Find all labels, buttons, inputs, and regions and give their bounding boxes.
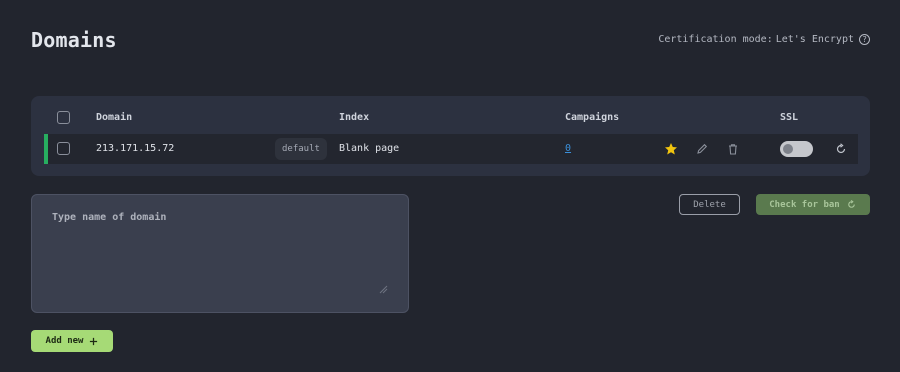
refresh-icon: [847, 199, 855, 208]
header-domain: Domain: [96, 112, 133, 123]
star-icon[interactable]: [664, 142, 678, 156]
campaigns-count-link[interactable]: 0: [565, 143, 571, 154]
resize-grip-icon[interactable]: [378, 284, 388, 294]
refresh-icon[interactable]: [834, 142, 848, 156]
row-checkbox[interactable]: [57, 142, 70, 155]
header-campaigns: Campaigns: [565, 112, 620, 123]
certification-mode: Certification mode: Let's Encrypt ?: [658, 34, 870, 45]
ssl-toggle-knob: [783, 144, 793, 154]
domain-name-input[interactable]: [31, 194, 409, 313]
certification-label: Certification mode:: [658, 34, 773, 45]
ssl-toggle[interactable]: [780, 141, 813, 157]
edit-pencil-icon[interactable]: [695, 142, 709, 156]
table-row: 213.171.15.72 default Blank page 0: [44, 134, 858, 164]
row-domain: 213.171.15.72: [96, 143, 175, 154]
header-ssl: SSL: [780, 112, 799, 123]
add-new-label: Add new: [45, 336, 84, 346]
default-badge: default: [275, 138, 327, 160]
plus-icon: [90, 337, 98, 345]
page-title: Domains: [31, 28, 117, 52]
add-new-button[interactable]: Add new: [31, 330, 113, 352]
delete-button[interactable]: Delete: [679, 194, 740, 215]
row-status-accent: [44, 134, 48, 164]
domains-table: Domain Index Campaigns SSL 213.171.15.72…: [31, 96, 870, 176]
check-for-ban-label: Check for ban: [769, 199, 840, 210]
check-for-ban-button[interactable]: Check for ban: [756, 194, 870, 215]
select-all-checkbox[interactable]: [57, 111, 70, 124]
trash-icon[interactable]: [726, 142, 740, 156]
help-circle-icon[interactable]: ?: [859, 34, 870, 45]
certification-value: Let's Encrypt: [775, 34, 854, 45]
row-index: Blank page: [339, 143, 400, 154]
header-index: Index: [339, 112, 370, 123]
